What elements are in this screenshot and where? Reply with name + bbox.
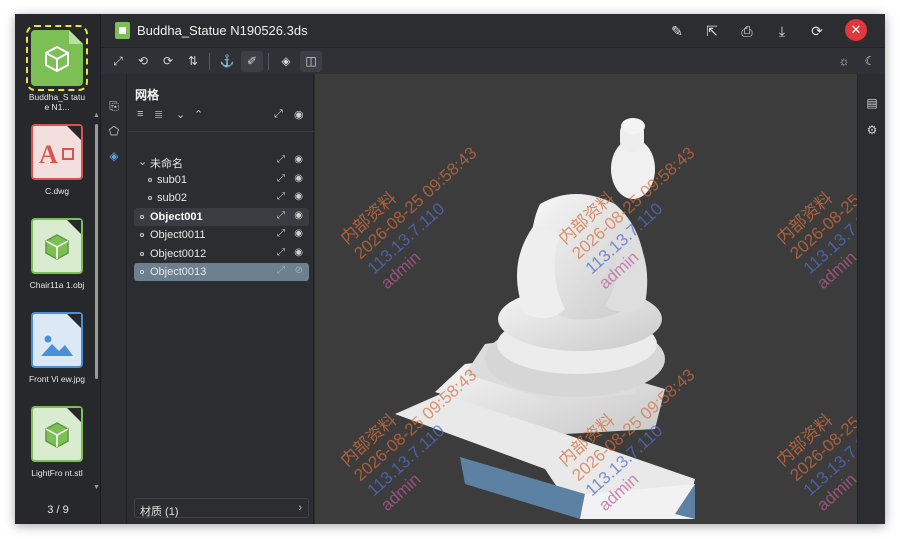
fit-icon[interactable]: ⤢ [277, 210, 285, 221]
tree-row[interactable]: Object0012 ⤢ ◉ [134, 245, 309, 263]
file-label: Chair11a 1.obj [29, 280, 85, 290]
right-tool-column: ▤ ⚙ [857, 74, 885, 524]
tree-row-label: Object0011 [150, 229, 206, 241]
eye-icon[interactable]: ◉ [294, 154, 303, 165]
file-thumb-jpg[interactable]: Front Vi ew.jpg [27, 312, 87, 384]
tree-row[interactable]: ⌄ 未命名 ⤢ ◉ [134, 152, 309, 170]
node-dot-icon [148, 196, 152, 200]
fit-icon[interactable]: ⤢ [277, 228, 285, 239]
eye-icon[interactable]: ◉ [294, 173, 303, 184]
file-type-icon [115, 22, 130, 39]
tree-row-label: Object001 [150, 211, 203, 223]
file-label: Buddha_S tatue N1... [28, 92, 86, 112]
layout-icon[interactable]: ◫ [300, 51, 322, 72]
cad-file-icon: A [31, 124, 83, 180]
image-file-icon [31, 312, 83, 368]
scroll-up-icon[interactable]: ▲ [93, 112, 100, 119]
fit-icon[interactable]: ⤢ [277, 265, 285, 276]
file-label: LightFro nt.stl [31, 468, 83, 478]
toolbar: ⤢ ⟲ ⟳ ⇅ ⚓ ✐ ◈ ◫ ☼ ☾ [101, 47, 885, 74]
moon-icon[interactable]: ☾ [859, 51, 881, 72]
window-title: Buddha_Statue N190526.3ds [137, 23, 308, 38]
tree-row-label: Object0013 [150, 266, 207, 278]
panel-switcher: ⎘ ⬠ ◈ [101, 74, 127, 524]
3d-viewport[interactable]: 内部资料 2026-08-25 09:58:43 113.13.7.110 ad… [315, 74, 857, 524]
file-thumb-stl[interactable]: LightFro nt.stl [27, 406, 87, 478]
fit-icon[interactable]: ⤢ [277, 247, 285, 258]
file-thumb-chair[interactable]: Chair11a 1.obj [27, 218, 87, 290]
toolbar-divider [268, 53, 269, 70]
panel-divider [128, 131, 314, 132]
eye-icon[interactable]: ◉ [294, 108, 304, 121]
transform-icon[interactable]: ⬠ [105, 122, 123, 140]
measure-icon[interactable]: ✐ [241, 51, 263, 72]
file-strip-scrollbar[interactable] [95, 124, 98, 379]
tree-view-icon[interactable]: ≣ [154, 108, 163, 121]
tree-row[interactable]: Object001 ⤢ ◉ [134, 208, 309, 226]
tree-row[interactable]: sub02 ⤢ ◉ [134, 189, 309, 207]
close-button[interactable]: ✕ [845, 19, 867, 41]
viewer-window: Buddha_S tatue N1... A C.dwg Chair11a 1.… [15, 14, 885, 524]
panel-controls: ≡ ≣ ⌄ ⌃ ⤢ ◉ [136, 108, 308, 126]
refresh-icon[interactable]: ⟳ [807, 21, 827, 41]
fit-icon[interactable]: ⤢ [277, 191, 285, 202]
file-label: C.dwg [44, 186, 70, 196]
tree-row-label: sub02 [157, 192, 187, 204]
file-strip: Buddha_S tatue N1... A C.dwg Chair11a 1.… [15, 14, 101, 524]
node-dot-icon [140, 252, 144, 256]
eye-icon[interactable]: ◉ [294, 191, 303, 202]
download-icon[interactable]: ⤓ [772, 21, 792, 41]
file-info-icon[interactable]: ⎘ [105, 97, 123, 115]
eye-icon[interactable]: ◉ [294, 228, 303, 239]
mesh-panel: 网格 ≡ ≣ ⌄ ⌃ ⤢ ◉ ⌄ 未命名 ⤢ ◉ sub01 ⤢ ◉ sub02… [128, 74, 314, 524]
swap-icon[interactable]: ⇅ [182, 51, 204, 72]
node-dot-icon [148, 178, 152, 182]
chevron-right-icon[interactable]: › [298, 502, 302, 514]
node-dot-icon [140, 270, 144, 274]
cube-icon[interactable]: ◈ [275, 51, 297, 72]
file-label: Front Vi ew.jpg [28, 374, 86, 384]
expand-all-icon[interactable]: ⌄ [176, 108, 185, 121]
tree-row-label: sub01 [157, 174, 187, 186]
settings-gear-icon[interactable]: ⚙ [863, 121, 881, 139]
node-dot-icon [140, 233, 144, 237]
eye-icon[interactable]: ◉ [294, 210, 303, 221]
fit-icon[interactable]: ⤢ [277, 154, 285, 165]
page-counter: 3 / 9 [47, 504, 69, 516]
material-section[interactable]: 材质 (1) › [134, 498, 309, 518]
model-file-icon [31, 406, 83, 462]
scroll-down-icon[interactable]: ▼ [93, 484, 100, 491]
toolbar-divider [209, 53, 210, 70]
reset-rotate-icon[interactable]: ⟳ [157, 51, 179, 72]
fit-all-icon[interactable]: ⤢ [274, 108, 283, 121]
print-icon[interactable]: ⎙ [737, 21, 757, 41]
node-dot-icon [140, 215, 144, 219]
eye-icon[interactable]: ◉ [294, 247, 303, 258]
chevron-down-icon[interactable]: ⌄ [138, 155, 147, 168]
sun-icon[interactable]: ☼ [833, 51, 855, 72]
file-thumb-buddha[interactable]: Buddha_S tatue N1... [26, 25, 88, 112]
mesh-icon[interactable]: ◈ [105, 147, 123, 165]
eye-hidden-icon[interactable]: ⊘ [295, 265, 303, 276]
fullscreen-icon[interactable]: ⤢ [107, 51, 129, 72]
model-file-icon [26, 25, 88, 91]
rotate-icon[interactable]: ⟲ [132, 51, 154, 72]
file-thumb-dwg[interactable]: A C.dwg [27, 124, 87, 196]
edit-icon[interactable]: ✎ [667, 21, 687, 41]
tree-row[interactable]: Object0011 ⤢ ◉ [134, 226, 309, 244]
tree-row-label: Object0012 [150, 248, 207, 260]
material-label: 材质 (1) [140, 506, 179, 518]
model-file-icon [31, 218, 83, 274]
fit-icon[interactable]: ⤢ [277, 173, 285, 184]
document-icon[interactable]: ▤ [863, 94, 881, 112]
share-icon[interactable]: ⇱ [702, 21, 722, 41]
list-view-icon[interactable]: ≡ [137, 108, 143, 120]
panel-title: 网格 [135, 88, 160, 102]
tree-row-selected[interactable]: Object0013 ⤢ ⊘ [134, 263, 309, 281]
tree-row[interactable]: sub01 ⤢ ◉ [134, 171, 309, 189]
title-bar: Buddha_Statue N190526.3ds ✎ ⇱ ⎙ ⤓ ⟳ ✕ [101, 14, 885, 47]
anchor-icon[interactable]: ⚓ [216, 51, 238, 72]
tree-row-label: 未命名 [150, 158, 183, 170]
collapse-all-icon[interactable]: ⌃ [194, 108, 203, 121]
